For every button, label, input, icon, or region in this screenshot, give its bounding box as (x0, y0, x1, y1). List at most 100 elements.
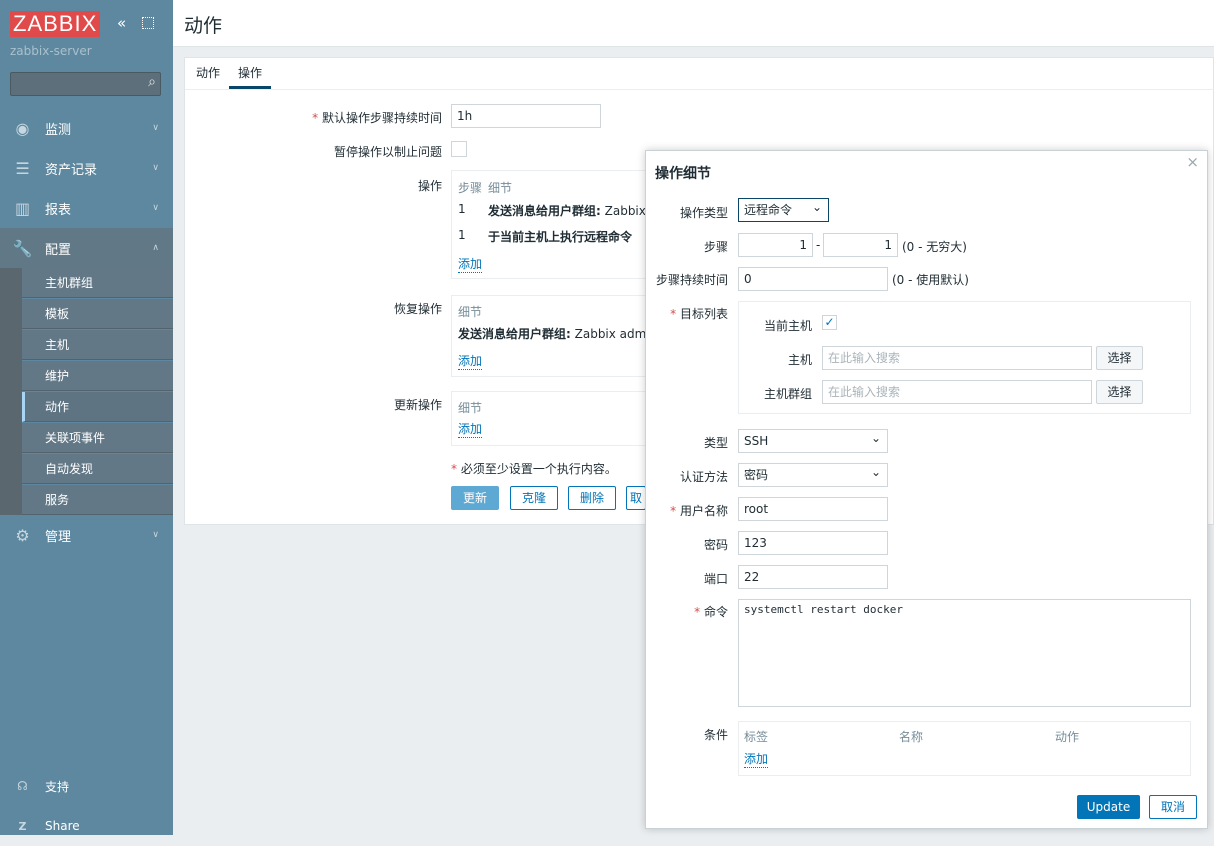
conn-type-select[interactable]: SSH (738, 427, 888, 453)
menu-label: 报表 (45, 202, 72, 218)
command-label: * 命令 (694, 605, 728, 619)
host-select-button[interactable]: 选择 (1096, 346, 1143, 370)
step-to-input[interactable]: 1 (823, 233, 898, 257)
menu-label: 资产记录 (45, 162, 98, 178)
step-from-input[interactable]: 1 (738, 233, 813, 257)
share-icon: Z (18, 819, 27, 833)
add-update-link[interactable]: 添加 (458, 420, 483, 438)
clone-button[interactable]: 克隆 (510, 486, 558, 510)
server-name: zabbix-server (10, 44, 92, 58)
cancel-button[interactable]: 取 (626, 486, 646, 510)
menu-monitoring[interactable]: ◉ 监测 ∨ (0, 108, 173, 148)
submenu-services[interactable]: 服务 (22, 485, 173, 515)
chevron-down-icon: ∨ (152, 123, 159, 133)
submenu-actions[interactable]: 动作 (22, 392, 173, 422)
col-detail: 细节 (488, 181, 513, 195)
update-ops-label: 更新操作 (393, 398, 442, 412)
update-ops-box: 细节 添加 (451, 391, 651, 446)
headset-icon: ☊ (17, 779, 28, 793)
delete-button[interactable]: 删除 (568, 486, 616, 510)
chevron-down-icon: ∨ (152, 203, 159, 213)
hostgroup-label: 主机群组 (763, 387, 812, 401)
page-title: 动作 (184, 15, 223, 37)
steps-hint: (0 - 无穷大) (902, 240, 967, 254)
menu-label: 监测 (45, 122, 72, 138)
password-input[interactable]: 123 (738, 531, 888, 555)
submenu-maintenance[interactable]: 维护 (22, 361, 173, 391)
current-host-label: 当前主机 (763, 319, 812, 333)
list-icon: ☰ (15, 158, 30, 178)
dialog-update-button[interactable]: Update (1077, 795, 1140, 819)
op-detail: 发送消息给用户群组: Zabbix a (488, 204, 658, 218)
steps-label: 步骤 (703, 240, 728, 254)
menu-share[interactable]: Z Share (0, 806, 173, 846)
tab-action[interactable]: 动作 (187, 58, 229, 89)
zabbix-logo[interactable]: ZABBIX (10, 11, 101, 37)
password-label: 密码 (703, 538, 728, 552)
tab-operations[interactable]: 操作 (229, 58, 272, 89)
submenu-discovery[interactable]: 自动发现 (22, 454, 173, 484)
collapse-icon[interactable]: « (117, 14, 126, 32)
close-icon[interactable]: × (1186, 153, 1199, 171)
col-action: 动作 (1055, 730, 1080, 744)
operation-details-dialog: 操作细节 × 操作类型 远程命令 步骤 1 - 1 (0 - 无穷大) 步骤持续… (645, 150, 1208, 829)
pause-label: 暂停操作以制止问题 (333, 145, 442, 159)
col-detail: 细节 (458, 305, 483, 319)
op-type-select[interactable]: 远程命令 (738, 196, 829, 222)
menu-reports[interactable]: ▥ 报表 ∨ (0, 188, 173, 228)
menu-label: 管理 (45, 529, 72, 545)
operations-label: 操作 (417, 179, 442, 193)
submenu-host-groups[interactable]: 主机群组 (22, 268, 173, 298)
current-host-checkbox[interactable]: ✓ (822, 315, 837, 330)
auth-select[interactable]: 密码 (738, 461, 888, 487)
targets-box: 当前主机 ✓ 主机 在此输入搜索 选择 主机群组 在此输入搜索 选择 (738, 301, 1191, 414)
search-icon[interactable]: ⌕ (148, 74, 156, 90)
recovery-label: 恢复操作 (393, 302, 442, 316)
port-input[interactable]: 22 (738, 565, 888, 589)
add-recovery-link[interactable]: 添加 (458, 352, 483, 370)
eye-icon: ◉ (15, 118, 30, 138)
recovery-box: 细节 发送消息给用户群组: Zabbix admin 添加 (451, 295, 657, 377)
add-operation-link[interactable]: 添加 (458, 255, 483, 273)
auth-label: 认证方法 (679, 470, 728, 484)
menu-configuration[interactable]: 🔧 配置 ∧ (0, 228, 173, 268)
add-condition-link[interactable]: 添加 (744, 750, 769, 768)
step-duration-label: 步骤持续时间 (655, 273, 728, 287)
submenu-hosts[interactable]: 主机 (22, 330, 173, 360)
chevron-down-icon: ∨ (152, 530, 159, 540)
duration-label: * 默认操作步骤持续时间 (312, 111, 442, 125)
submenu-templates[interactable]: 模板 (22, 299, 173, 329)
op-step: 1 (458, 202, 466, 216)
update-button[interactable]: 更新 (451, 486, 499, 510)
menu-inventory[interactable]: ☰ 资产记录 ∨ (0, 148, 173, 188)
dialog-cancel-button[interactable]: 取消 (1149, 795, 1197, 819)
chart-icon: ▥ (14, 198, 31, 218)
submenu-strip (0, 268, 22, 515)
pause-checkbox[interactable] (451, 141, 467, 157)
kiosk-icon[interactable] (142, 17, 154, 29)
duration-hint: (0 - 使用默认) (892, 273, 969, 287)
op-type-label: 操作类型 (679, 206, 728, 220)
menu-label: 配置 (45, 242, 72, 258)
sidebar: ZABBIX « zabbix-server ⌕ ◉ 监测 ∨ ☰ 资产记录 ∨ ▥ 报表… (0, 0, 173, 835)
conditions-label: 条件 (703, 728, 728, 742)
menu-support[interactable]: ☊ 支持 (0, 766, 173, 806)
page-header: 动作 (173, 0, 1214, 47)
sidebar-search-input[interactable]: ⌕ (10, 72, 161, 96)
username-input[interactable]: root (738, 497, 888, 521)
recovery-detail: 发送消息给用户群组: Zabbix admin (458, 327, 658, 341)
submenu-correlation[interactable]: 关联项事件 (22, 423, 173, 453)
conn-type-label: 类型 (703, 436, 728, 450)
step-duration-input[interactable]: 0 (738, 267, 888, 291)
chevron-up-icon: ∧ (152, 243, 159, 253)
host-label: 主机 (787, 353, 812, 367)
menu-administration[interactable]: ⚙ 管理 ∨ (0, 515, 173, 555)
op-detail: 于当前主机上执行远程命令 (488, 230, 633, 244)
host-search-input[interactable]: 在此输入搜索 (822, 346, 1092, 370)
hostgroup-search-input[interactable]: 在此输入搜索 (822, 380, 1092, 404)
duration-input[interactable]: 1h (451, 104, 601, 128)
command-textarea[interactable]: systemctl restart docker (738, 599, 1191, 707)
menu-label: 支持 (45, 779, 70, 794)
range-dash: - (816, 238, 821, 252)
hostgroup-select-button[interactable]: 选择 (1096, 380, 1143, 404)
